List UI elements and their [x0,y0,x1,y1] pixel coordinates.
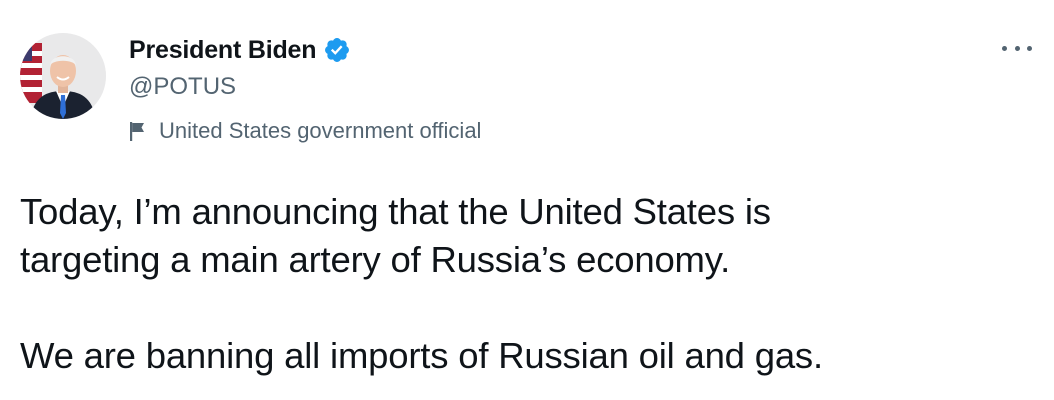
more-icon[interactable] [1002,38,1032,58]
tweet-line-gap [20,284,1020,332]
tweet-text: Today, I’m announcing that the United St… [20,188,1020,380]
avatar[interactable] [20,33,106,119]
tweet-line: targeting a main artery of Russia’s econ… [20,239,731,280]
display-name[interactable]: President Biden [129,36,317,65]
tweet-line: Today, I’m announcing that the United St… [20,191,771,232]
avatar-photo [20,33,106,119]
tweet-card: President Biden @POTUS United States gov… [0,0,1054,400]
flag-icon [129,120,149,142]
tweet-header: President Biden @POTUS United States gov… [129,34,481,146]
government-label-text: United States government official [159,118,482,143]
handle[interactable]: @POTUS [129,72,481,102]
government-label[interactable]: United States government official [129,116,481,146]
more-dot [1014,45,1020,51]
more-dot [1027,45,1032,51]
verified-badge-icon [323,36,351,64]
tweet-line: We are banning all imports of Russian oi… [20,335,823,376]
name-row: President Biden [129,34,481,66]
more-dot [1002,45,1007,51]
